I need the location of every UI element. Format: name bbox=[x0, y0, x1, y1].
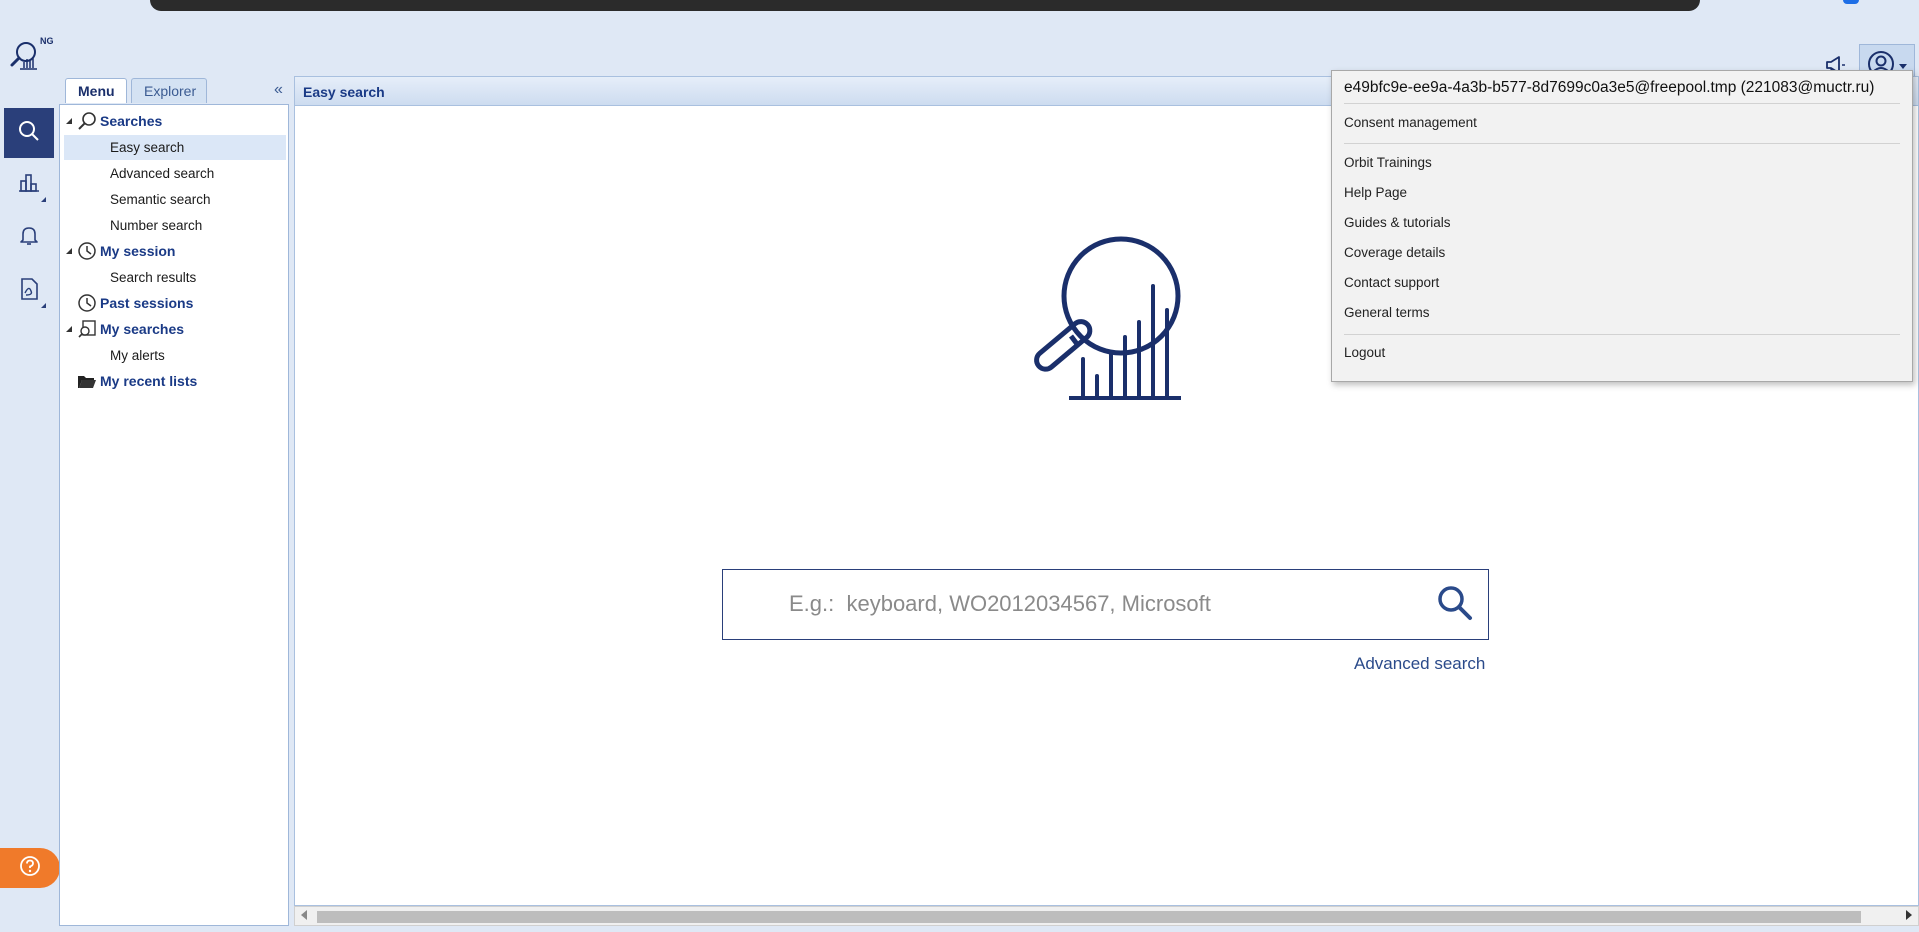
collapse-panel-button[interactable]: « bbox=[274, 81, 283, 99]
browser-indicator bbox=[1843, 0, 1859, 4]
tree-group-label: My searches bbox=[100, 321, 185, 337]
menu-item-orbit-trainings[interactable]: Orbit Trainings bbox=[1344, 152, 1432, 174]
bell-icon bbox=[17, 223, 41, 252]
search-icon bbox=[1435, 583, 1475, 628]
menu-item-logout[interactable]: Logout bbox=[1344, 342, 1385, 364]
help-button[interactable] bbox=[0, 848, 60, 888]
menu-divider bbox=[1344, 334, 1900, 335]
tree-group-my-session[interactable]: My session bbox=[66, 239, 175, 263]
left-icon-rail bbox=[0, 96, 58, 932]
question-circle-icon bbox=[19, 855, 41, 882]
menu-tree: Searches Easy search Advanced search Sem… bbox=[59, 104, 289, 926]
tree-item-search-results[interactable]: Search results bbox=[64, 265, 286, 290]
search-analytics-illustration bbox=[1019, 226, 1183, 404]
easy-search-box bbox=[722, 569, 1489, 640]
expand-triangle-icon[interactable] bbox=[66, 118, 72, 124]
folder-open-icon bbox=[76, 370, 98, 392]
tree-group-past-sessions[interactable]: Past sessions bbox=[66, 291, 193, 315]
rail-pdf-button[interactable] bbox=[4, 266, 54, 316]
submenu-indicator bbox=[41, 303, 46, 308]
menu-item-consent-management[interactable]: Consent management bbox=[1344, 112, 1477, 134]
search-icon bbox=[17, 119, 41, 148]
menu-item-help-page[interactable]: Help Page bbox=[1344, 182, 1407, 204]
pdf-document-icon bbox=[17, 277, 41, 306]
tree-group-label: My session bbox=[100, 243, 176, 259]
tree-item-easy-search[interactable]: Easy search bbox=[64, 135, 286, 160]
menu-item-coverage-details[interactable]: Coverage details bbox=[1344, 242, 1445, 264]
expand-triangle-icon[interactable] bbox=[66, 248, 72, 254]
logo-text: NG bbox=[40, 36, 54, 46]
magnifier-icon bbox=[76, 110, 98, 132]
menu-divider bbox=[1344, 143, 1900, 144]
submenu-indicator bbox=[41, 197, 46, 202]
rail-search-button[interactable] bbox=[4, 108, 54, 158]
app-header: NG bbox=[0, 20, 1919, 88]
orbit-logo[interactable]: NG bbox=[8, 32, 56, 72]
scroll-right-icon[interactable] bbox=[1906, 910, 1912, 920]
tree-group-my-recent-lists[interactable]: My recent lists bbox=[66, 369, 197, 393]
bar-chart-icon bbox=[17, 171, 41, 200]
expand-triangle-icon[interactable] bbox=[66, 326, 72, 332]
nav-tabs: Menu Explorer « bbox=[62, 78, 291, 104]
history-clock-icon bbox=[76, 240, 98, 262]
tree-group-label: Past sessions bbox=[100, 295, 194, 311]
browser-top-strip bbox=[0, 0, 1919, 20]
browser-address-bar bbox=[150, 0, 1700, 11]
menu-item-general-terms[interactable]: General terms bbox=[1344, 302, 1430, 324]
saved-search-icon bbox=[76, 318, 98, 340]
tree-group-label: Searches bbox=[100, 113, 163, 129]
navigation-panel: Menu Explorer « Searches Easy search Adv… bbox=[58, 76, 291, 928]
tree-item-my-alerts[interactable]: My alerts bbox=[64, 343, 286, 368]
scroll-left-icon[interactable] bbox=[301, 910, 307, 920]
advanced-search-link[interactable]: Advanced search bbox=[1354, 654, 1485, 674]
tree-group-my-searches[interactable]: My searches bbox=[66, 317, 184, 341]
tree-item-advanced-search[interactable]: Advanced search bbox=[64, 161, 286, 186]
tab-menu[interactable]: Menu bbox=[65, 78, 127, 103]
search-submit-button[interactable] bbox=[1432, 582, 1478, 628]
tree-item-semantic-search[interactable]: Semantic search bbox=[64, 187, 286, 212]
menu-divider bbox=[1344, 103, 1900, 104]
user-email: e49bfc9e-ee9a-4a3b-b577-8d7699c0a3e5@fre… bbox=[1344, 79, 1875, 96]
search-input[interactable] bbox=[737, 580, 1417, 628]
tree-group-label: My recent lists bbox=[100, 373, 198, 389]
menu-item-guides-tutorials[interactable]: Guides & tutorials bbox=[1344, 212, 1451, 234]
tree-item-number-search[interactable]: Number search bbox=[64, 213, 286, 238]
user-dropdown-menu: e49bfc9e-ee9a-4a3b-b577-8d7699c0a3e5@fre… bbox=[1331, 70, 1913, 382]
rail-alerts-button[interactable] bbox=[4, 212, 54, 262]
horizontal-scrollbar[interactable] bbox=[294, 906, 1919, 926]
tree-group-searches[interactable]: Searches bbox=[66, 109, 162, 133]
menu-item-contact-support[interactable]: Contact support bbox=[1344, 272, 1439, 294]
rail-analytics-button[interactable] bbox=[4, 160, 54, 210]
history-clock-icon bbox=[76, 292, 98, 314]
tab-explorer[interactable]: Explorer bbox=[131, 78, 207, 103]
scrollbar-thumb[interactable] bbox=[317, 911, 1861, 923]
